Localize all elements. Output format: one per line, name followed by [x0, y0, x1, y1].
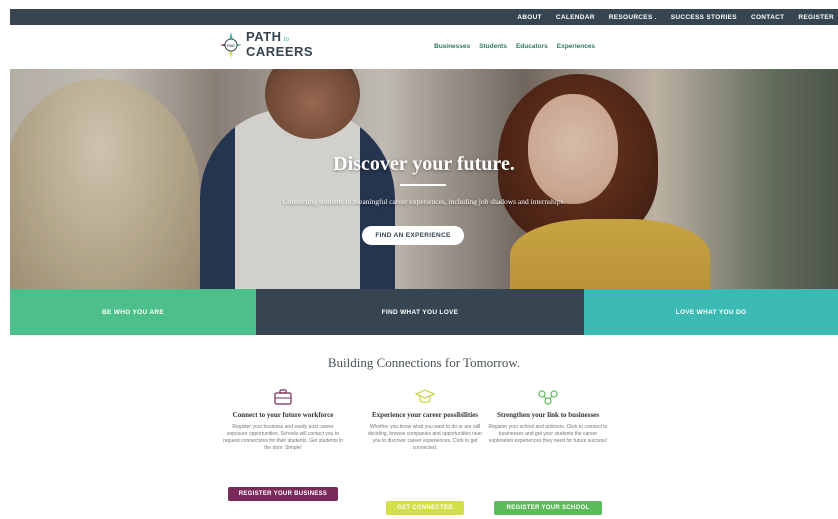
column-text: Whether you know what you want to do or … — [367, 424, 483, 451]
nav-students[interactable]: Students — [479, 43, 507, 50]
top-bar: ABOUT CALENDAR RESOURCES . SUCCESS STORI… — [10, 9, 838, 25]
column-text: Register your school and advisors. Click… — [488, 424, 608, 444]
logo-badge: P2C — [227, 43, 235, 48]
tagline-band: BE WHO YOU ARE FIND WHAT YOU LOVE LOVE W… — [10, 289, 838, 335]
logo[interactable]: P2C PATH to CAREERS — [220, 29, 314, 59]
hero-subtitle: Connecting students to meaningful career… — [282, 197, 566, 206]
logo-to: to — [283, 37, 290, 43]
topnav-register[interactable]: REGISTER — [798, 14, 834, 21]
hero-overlay — [10, 69, 838, 289]
topnav-calendar[interactable]: CALENDAR — [556, 14, 595, 21]
compass-logo-icon: P2C — [220, 31, 242, 58]
topnav-resources[interactable]: RESOURCES . — [609, 14, 657, 21]
nav-businesses[interactable]: Businesses — [434, 43, 470, 50]
column-title: Connect to your future workforce — [232, 411, 334, 419]
graduate-icon — [415, 389, 435, 404]
topnav-contact[interactable]: CONTACT — [751, 14, 784, 21]
logo-path: PATH — [246, 29, 282, 44]
page: ABOUT CALENDAR RESOURCES . SUCCESS STORI… — [10, 9, 838, 519]
section-title: Building Connections for Tomorrow. — [327, 355, 521, 370]
column-businesses: Connect to your future workforce Registe… — [223, 389, 343, 501]
header: P2C PATH to CAREERS Businesses Students E… — [10, 25, 838, 69]
register-business-button[interactable]: REGISTER YOUR BUSINESS — [228, 487, 338, 501]
band-find-what-you-love[interactable]: FIND WHAT YOU LOVE — [256, 289, 584, 335]
hero-title: Discover your future. — [333, 153, 515, 175]
column-text: Register your business and easily post c… — [223, 424, 343, 451]
band-love-what-you-do[interactable]: LOVE WHAT YOU DO — [584, 289, 838, 335]
network-icon — [538, 390, 558, 405]
find-experience-button[interactable]: FIND AN EXPERIENCE — [362, 226, 464, 245]
main-nav: Businesses Students Educators Experience… — [434, 43, 595, 50]
register-school-button[interactable]: REGISTER YOUR SCHOOL — [494, 501, 602, 515]
band-be-who-you-are[interactable]: BE WHO YOU ARE — [10, 289, 256, 335]
nav-educators[interactable]: Educators — [516, 43, 548, 50]
get-connected-button[interactable]: GET CONNECTED — [386, 501, 464, 515]
topnav-success-stories[interactable]: SUCCESS STORIES — [671, 14, 737, 21]
column-educators: Strengthen your link to businesses Regis… — [488, 389, 608, 515]
column-title: Experience your career possibilities — [372, 411, 478, 419]
column-students: Experience your career possibilities Whe… — [365, 389, 485, 515]
hero: Discover your future. Connecting student… — [10, 69, 838, 289]
hero-divider — [400, 184, 446, 186]
logo-careers: CAREERS — [246, 44, 314, 59]
top-nav: ABOUT CALENDAR RESOURCES . SUCCESS STORI… — [517, 9, 834, 25]
column-title: Strengthen your link to businesses — [496, 411, 600, 419]
nav-experiences[interactable]: Experiences — [557, 43, 595, 50]
topnav-about[interactable]: ABOUT — [517, 14, 542, 21]
briefcase-icon — [274, 389, 292, 405]
